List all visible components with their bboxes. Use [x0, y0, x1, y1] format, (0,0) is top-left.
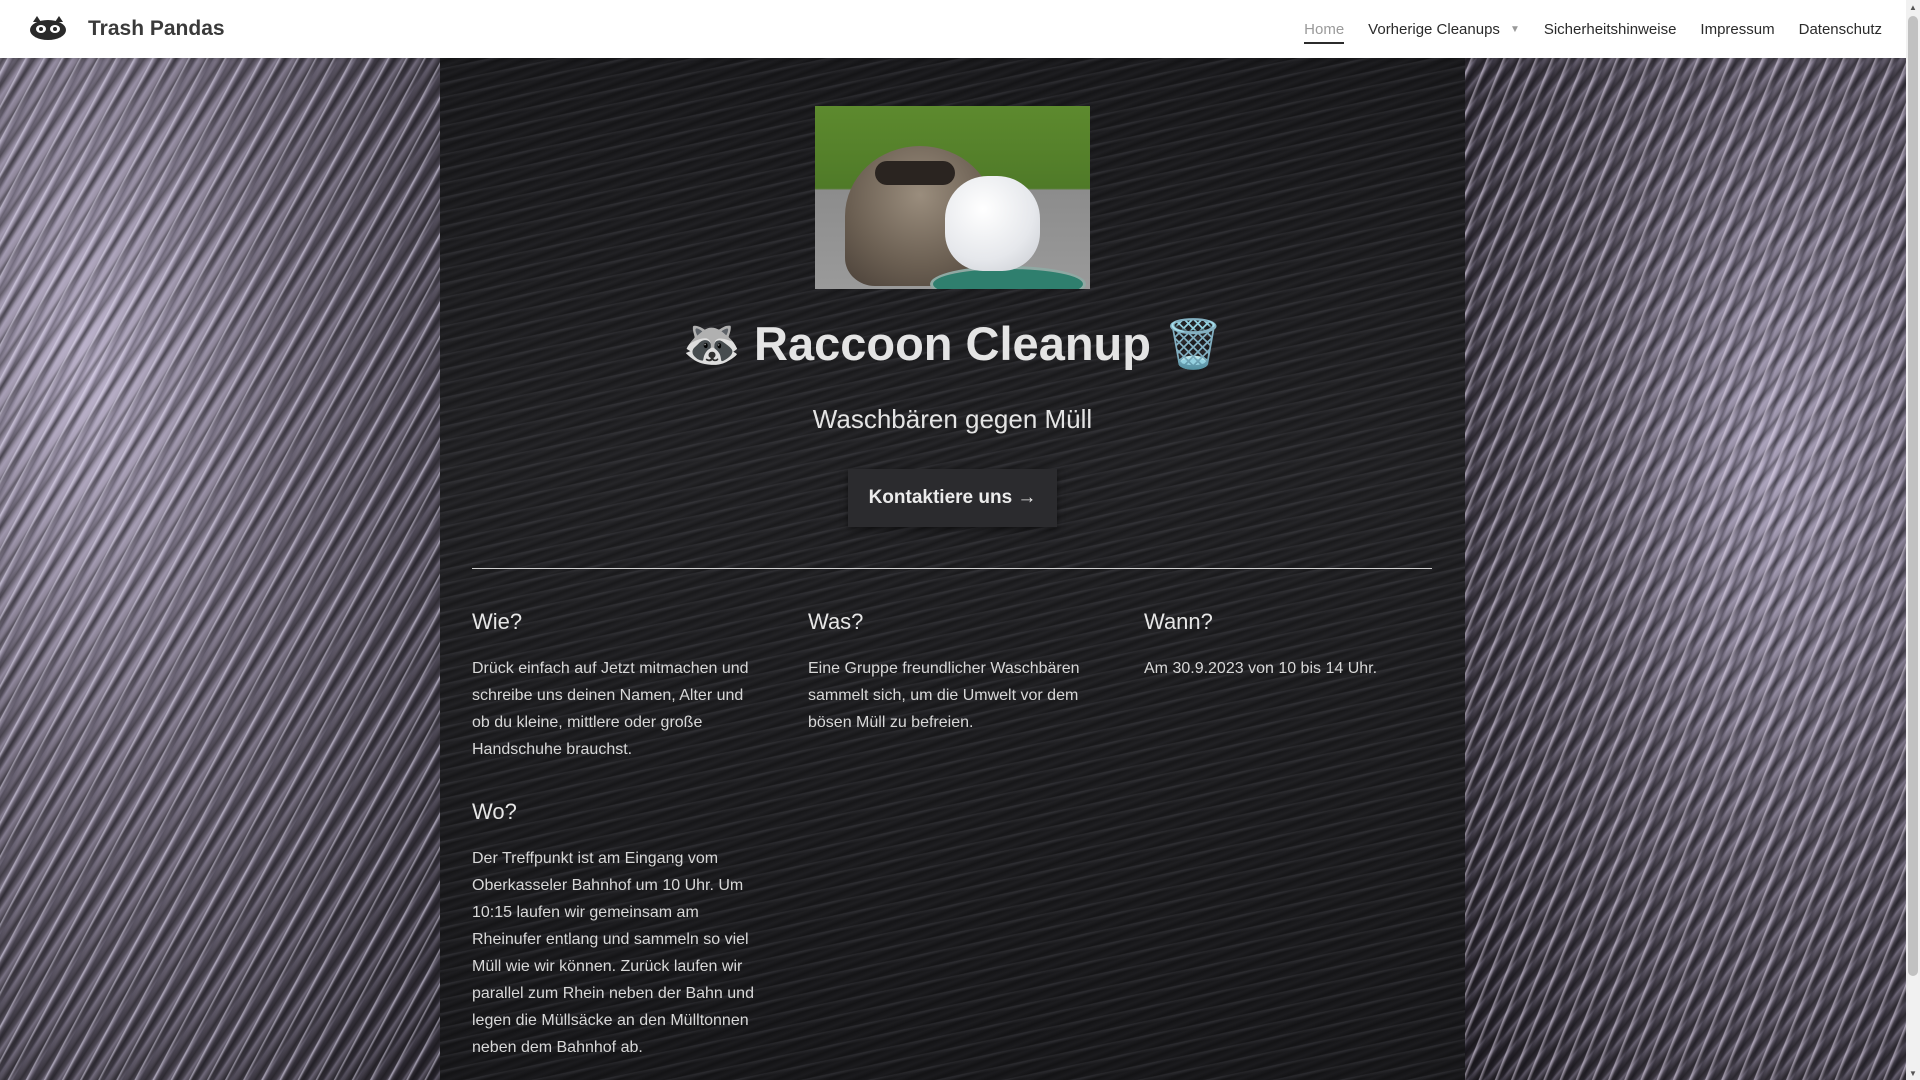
page-title: 🦝 Raccoon Cleanup 🗑️ — [682, 317, 1223, 370]
section-wo-heading: Wo? — [472, 799, 517, 824]
page-subtitle: Waschbären gegen Müll — [812, 404, 1093, 434]
contact-button[interactable]: Kontaktiere uns → — [848, 469, 1057, 527]
nav-datenschutz-label: Datenschutz — [1798, 20, 1882, 38]
nav-vorherige-cleanups[interactable]: Vorherige Cleanups ▼ — [1368, 15, 1520, 44]
section-was-text: Eine Gruppe freundlicher Waschbären samm… — [808, 660, 1080, 731]
page-scrollbar[interactable]: ▲ ▼ — [1906, 0, 1920, 1080]
site-title[interactable]: Trash Pandas — [88, 17, 225, 41]
raccoon-hero-image — [815, 106, 1090, 289]
nav-sicherheitshinweise-label: Sicherheitshinweise — [1543, 20, 1677, 38]
fur-background-left — [0, 58, 440, 1080]
section-was: Was? Eine Gruppe freundlicher Waschbären… — [808, 609, 1093, 736]
section-wann: Wann? Am 30.9.2023 von 10 bis 14 Uhr. — [1144, 609, 1429, 682]
fur-background-right — [1465, 58, 1906, 1080]
nav-impressum[interactable]: Impressum — [1700, 15, 1774, 44]
nav-sicherheitshinweise[interactable]: Sicherheitshinweise — [1544, 15, 1677, 44]
section-wie-text: Drück einfach auf Jetzt mitmachen und sc… — [472, 660, 749, 758]
section-wie-heading: Wie? — [472, 609, 523, 634]
content-panel: 🦝 Raccoon Cleanup 🗑️ Waschbären gegen Mü… — [440, 58, 1465, 1080]
main-nav: Home Vorherige Cleanups ▼ Sicherheitshin… — [1280, 15, 1882, 44]
section-wann-text: Am 30.9.2023 von 10 bis 14 Uhr. — [1144, 660, 1378, 677]
scroll-down-icon[interactable]: ▼ — [1906, 1066, 1920, 1080]
nav-home[interactable]: Home — [1304, 15, 1345, 44]
nav-impressum-label: Impressum — [1700, 20, 1775, 38]
section-wann-heading: Wann? — [1144, 609, 1213, 634]
section-was-heading: Was? — [808, 609, 864, 634]
site-header: Trash Pandas Home Vorherige Cleanups ▼ S… — [0, 0, 1906, 58]
raccoon-logo-icon[interactable] — [27, 14, 69, 44]
section-divider — [472, 568, 1432, 569]
nav-home-label: Home — [1304, 20, 1345, 38]
nav-vorherige-cleanups-label: Vorherige Cleanups — [1368, 20, 1500, 38]
chevron-down-icon: ▼ — [1509, 23, 1520, 35]
section-wo-text: Der Treffpunkt ist am Eingang vom Oberka… — [472, 850, 754, 1056]
section-wo: Wo? Der Treffpunkt ist am Eingang vom Ob… — [472, 799, 757, 1061]
section-wie: Wie? Drück einfach auf Jetzt mitmachen u… — [472, 609, 757, 763]
scroll-up-icon[interactable]: ▲ — [1906, 0, 1920, 14]
nav-datenschutz[interactable]: Datenschutz — [1799, 15, 1882, 44]
scrollbar-thumb[interactable] — [1908, 16, 1918, 976]
